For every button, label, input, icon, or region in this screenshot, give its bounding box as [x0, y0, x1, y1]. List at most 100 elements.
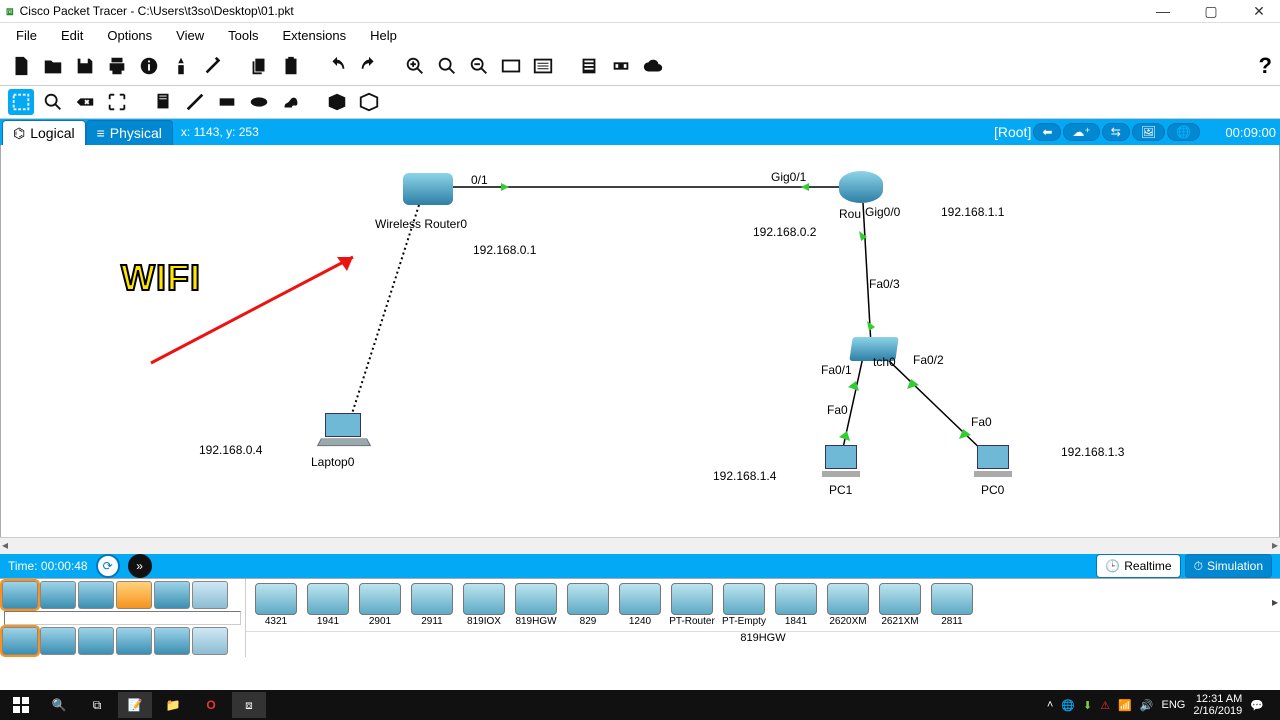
device-chip-pt-router[interactable]: PT-Router [668, 583, 716, 627]
search-icon[interactable]: 🔍 [42, 692, 76, 718]
viewport-button[interactable]: 🌐 [1167, 123, 1200, 141]
delete-icon[interactable] [72, 89, 98, 115]
start-button[interactable] [4, 692, 38, 718]
tray-wifi-icon[interactable]: 📶 [1118, 699, 1132, 712]
copy-icon[interactable] [246, 53, 272, 79]
tray-volume-icon[interactable]: 🔊 [1140, 699, 1154, 712]
device-chip-2901[interactable]: 2901 [356, 583, 404, 627]
freeform-icon[interactable] [278, 89, 304, 115]
custom-device-icon[interactable] [530, 53, 556, 79]
tray-warning-icon[interactable]: ⚠ [1100, 699, 1110, 712]
device-wireless-router[interactable] [403, 173, 453, 205]
print-icon[interactable] [104, 53, 130, 79]
taskbar-app-packettracer[interactable]: ⧈ [232, 692, 266, 718]
logical-view-button[interactable]: ⌬ Logical [2, 120, 86, 146]
line-icon[interactable] [182, 89, 208, 115]
task-view-icon[interactable]: ⧉ [80, 692, 114, 718]
wizard-icon[interactable] [200, 53, 226, 79]
subcat-security[interactable] [154, 627, 190, 655]
menu-edit[interactable]: Edit [51, 26, 93, 45]
zoom-reset-icon[interactable] [434, 53, 460, 79]
paste-icon[interactable] [278, 53, 304, 79]
maximize-button[interactable]: ▢ [1196, 3, 1226, 20]
drawing-palette-icon[interactable] [498, 53, 524, 79]
simple-pdu-icon[interactable] [324, 89, 350, 115]
taskbar-app-sublime[interactable]: 📝 [118, 692, 152, 718]
complex-pdu-icon[interactable] [356, 89, 382, 115]
physical-view-button[interactable]: ≡ Physical [86, 120, 173, 146]
menu-extensions[interactable]: Extensions [272, 26, 356, 45]
resize-icon[interactable] [104, 89, 130, 115]
select-tool-icon[interactable] [8, 89, 34, 115]
tray-language[interactable]: ENG [1162, 699, 1186, 711]
menu-help[interactable]: Help [360, 26, 407, 45]
tray-network-icon[interactable]: 🌐 [1061, 699, 1075, 712]
realtime-mode-button[interactable]: 🕒 Realtime [1096, 554, 1180, 578]
subcat-routers[interactable] [2, 627, 38, 655]
set-background-button[interactable]: 🖼 [1132, 123, 1165, 141]
device-chip-pt-empty[interactable]: PT-Empty [720, 583, 768, 627]
activity-wizard-icon[interactable] [168, 53, 194, 79]
subcat-switches[interactable] [40, 627, 76, 655]
menu-file[interactable]: File [6, 26, 47, 45]
nav-back-button[interactable]: ⬅ [1033, 123, 1061, 141]
cat-end-devices[interactable] [40, 581, 76, 609]
device-laptop[interactable] [319, 413, 367, 445]
open-file-icon[interactable] [40, 53, 66, 79]
scroll-right-icon[interactable]: ▸ [1272, 595, 1278, 609]
cat-connections[interactable] [116, 581, 152, 609]
device-chip-4321[interactable]: 4321 [252, 583, 300, 627]
device-chip-819hgw[interactable]: 819HGW [512, 583, 560, 627]
new-file-icon[interactable] [8, 53, 34, 79]
simulation-mode-button[interactable]: ⏱ Simulation [1185, 554, 1272, 578]
tray-notifications-icon[interactable]: 💬 [1250, 699, 1264, 712]
cloud-icon[interactable] [640, 53, 666, 79]
ellipse-icon[interactable] [246, 89, 272, 115]
category-search[interactable] [4, 611, 241, 625]
network-controller-icon[interactable] [608, 53, 634, 79]
menu-tools[interactable]: Tools [218, 26, 268, 45]
cat-misc[interactable] [154, 581, 190, 609]
tray-chevron-icon[interactable]: ˄ [1047, 699, 1053, 711]
network-info-icon[interactable] [136, 53, 162, 79]
minimize-button[interactable]: ― [1148, 3, 1178, 20]
taskbar-app-opera[interactable]: O [194, 692, 228, 718]
menu-view[interactable]: View [166, 26, 214, 45]
device-table-icon[interactable] [576, 53, 602, 79]
workspace-canvas[interactable]: Wireless Router0 0/1 192.168.0.1 Gig0/1 … [0, 145, 1280, 537]
device-item-row[interactable]: 4321194129012911819IOX819HGW8291240PT-Ro… [246, 579, 1280, 631]
menu-options[interactable]: Options [97, 26, 162, 45]
device-chip-2621xm[interactable]: 2621XM [876, 583, 924, 627]
device-chip-1240[interactable]: 1240 [616, 583, 664, 627]
power-cycle-button[interactable]: ⟳ [96, 554, 120, 578]
device-pc0[interactable] [973, 445, 1013, 481]
tray-time[interactable]: 12:31 AM [1193, 693, 1242, 705]
device-router[interactable] [839, 171, 883, 203]
note-icon[interactable] [150, 89, 176, 115]
device-chip-2620xm[interactable]: 2620XM [824, 583, 872, 627]
new-cluster-button[interactable]: ☁⁺ [1063, 123, 1099, 141]
subcat-wireless[interactable] [116, 627, 152, 655]
device-chip-829[interactable]: 829 [564, 583, 612, 627]
fast-forward-button[interactable]: » [128, 554, 152, 578]
zoom-in-icon[interactable] [402, 53, 428, 79]
device-chip-819iox[interactable]: 819IOX [460, 583, 508, 627]
save-icon[interactable] [72, 53, 98, 79]
subcat-hubs[interactable] [78, 627, 114, 655]
undo-icon[interactable] [324, 53, 350, 79]
device-chip-1841[interactable]: 1841 [772, 583, 820, 627]
subcat-wan[interactable] [192, 627, 228, 655]
tray-date[interactable]: 2/16/2019 [1193, 705, 1242, 717]
device-chip-2911[interactable]: 2911 [408, 583, 456, 627]
canvas-scrollbar[interactable]: ◂▸ [0, 537, 1280, 554]
tray-idm-icon[interactable]: ⬇ [1083, 699, 1092, 712]
inspect-icon[interactable] [40, 89, 66, 115]
help-icon[interactable]: ? [1259, 53, 1272, 79]
rectangle-icon[interactable] [214, 89, 240, 115]
cat-network-devices[interactable] [2, 581, 38, 609]
cat-multiuser[interactable] [192, 581, 228, 609]
taskbar-app-explorer[interactable]: 📁 [156, 692, 190, 718]
redo-icon[interactable] [356, 53, 382, 79]
close-button[interactable]: ✕ [1244, 3, 1274, 20]
move-object-button[interactable]: ⇆ [1102, 123, 1130, 141]
